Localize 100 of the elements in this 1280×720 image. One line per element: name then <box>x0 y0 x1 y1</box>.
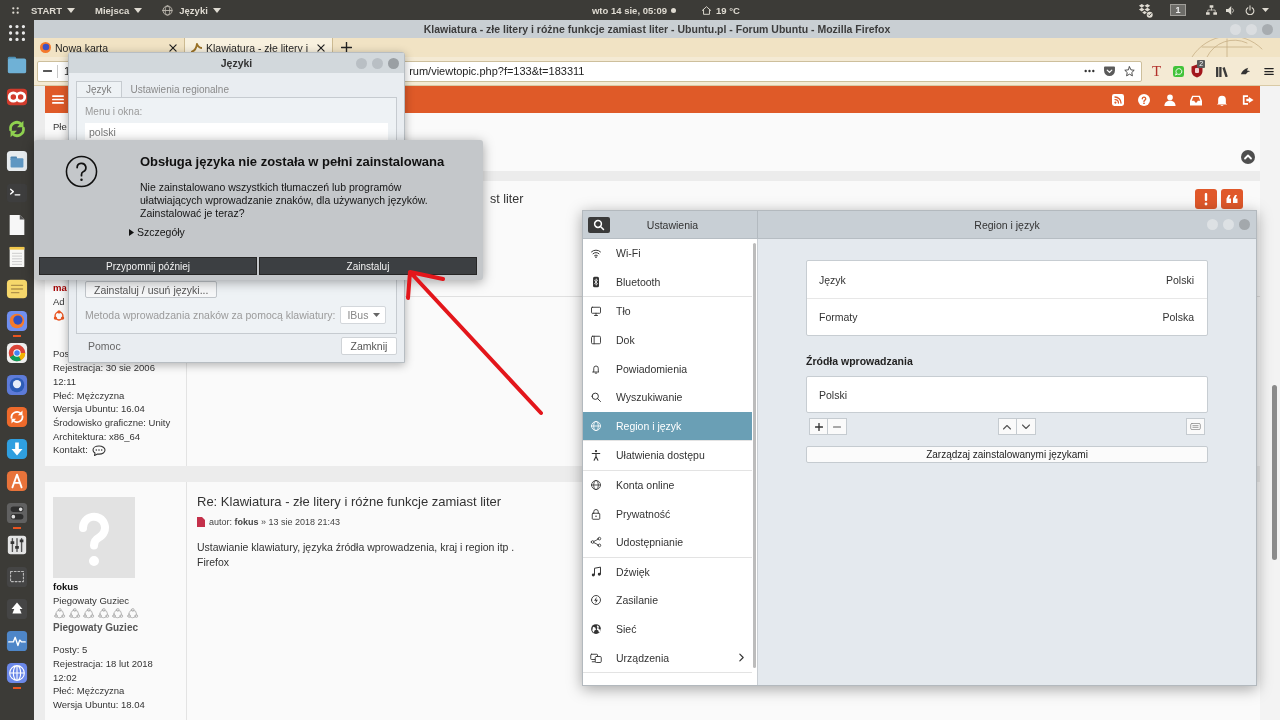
caret-icon[interactable] <box>1262 8 1269 12</box>
manage-languages-button[interactable]: Zarządzaj zainstalowanymi językami <box>806 446 1208 463</box>
dialog-button[interactable]: Zainstaluj <box>259 257 477 275</box>
bell-icon[interactable] <box>1216 93 1228 106</box>
circular-arrows-icon[interactable] <box>6 406 28 428</box>
more-dots-icon[interactable] <box>1084 69 1095 73</box>
sidebar-item[interactable]: Zasilanie <box>583 586 752 615</box>
dialog-button[interactable]: Przypomnij później <box>39 257 257 275</box>
sidebar-item[interactable]: Wi-Fi <box>583 239 752 268</box>
username[interactable]: fokus <box>53 580 79 594</box>
globe-icon <box>590 479 602 492</box>
download-icon[interactable] <box>6 438 28 460</box>
exclamation-icon[interactable] <box>1195 189 1217 209</box>
extension-button[interactable]: T <box>1152 62 1162 80</box>
close-icon[interactable] <box>317 43 325 52</box>
close-icon[interactable] <box>169 43 177 52</box>
sidebar-item[interactable]: Prywatność <box>583 499 752 528</box>
toggle-switches-icon[interactable] <box>6 502 28 524</box>
quote-icon[interactable] <box>1221 189 1243 209</box>
dashed-selection-icon[interactable] <box>6 566 28 588</box>
network-icon[interactable] <box>1206 5 1217 15</box>
split-circles-icon[interactable] <box>6 86 28 108</box>
sidebar-item[interactable]: Dźwięk <box>583 557 752 587</box>
language-list[interactable]: polski <box>85 123 388 141</box>
post-title: st liter <box>490 192 524 206</box>
install-languages-button[interactable]: Zainstaluj / usuń języki... <box>85 281 218 298</box>
panel-menu[interactable]: START <box>31 0 75 20</box>
logout-icon[interactable] <box>1242 93 1254 106</box>
temperature[interactable]: 19 °C <box>715 4 740 16</box>
details-expander[interactable]: Szczegóły <box>129 226 185 238</box>
sidebar-item[interactable]: Bluetooth <box>583 267 752 297</box>
star-icon[interactable] <box>1124 65 1135 77</box>
shield-chevron-icon[interactable] <box>1104 66 1115 76</box>
input-method-dropdown[interactable]: IBus <box>340 306 387 324</box>
sidebar-item[interactable]: Wyszukiwanie <box>583 382 752 412</box>
inbox-icon[interactable] <box>1190 93 1202 106</box>
add-button[interactable] <box>809 418 828 435</box>
move-up-button[interactable] <box>997 418 1017 435</box>
profile-line: Posty: 5 <box>53 643 88 657</box>
search-icon[interactable] <box>588 216 610 233</box>
books-icon[interactable] <box>1216 65 1229 77</box>
scrollbar-thumb[interactable] <box>1272 385 1277 560</box>
dialog-message: Nie zainstalowano wszystkich tłumaczeń lub programów ułatwiających wprowadzanie znaków, dla używanych języków. Zainstalować je teraz? <box>140 181 428 220</box>
sidebar-item[interactable]: Ułatwienia dostępu <box>583 441 752 470</box>
row-value[interactable]: Polska <box>1162 311 1194 323</box>
tab[interactable]: Język <box>76 81 122 97</box>
folder-window-icon[interactable] <box>6 150 28 172</box>
boxes-check-icon[interactable] <box>1138 2 1153 18</box>
refresh-arrows-icon[interactable] <box>6 118 28 140</box>
username[interactable]: ma <box>53 281 67 295</box>
help-button[interactable]: Pomoc <box>76 337 121 355</box>
letter-a-tile-icon[interactable] <box>6 470 28 492</box>
row-label[interactable]: Formaty <box>819 311 858 323</box>
profile-line: Środowisko graficzne: Unity <box>53 415 171 430</box>
sidebar-item[interactable]: Tło <box>583 297 752 326</box>
new-tab-icon[interactable] <box>341 42 352 53</box>
window-title: Języki <box>220 57 253 69</box>
contact-label: Kontakt: <box>53 443 88 458</box>
sidebar-item[interactable]: Sieć <box>583 614 752 644</box>
apps-grid-icon[interactable] <box>6 22 28 44</box>
clock[interactable]: wto 14 sie, 05:09 <box>592 4 667 16</box>
apps-grid-icon[interactable] <box>12 6 19 14</box>
row-label[interactable]: Język <box>819 273 846 286</box>
devices-icon <box>590 651 602 664</box>
text-lines-icon[interactable] <box>6 278 28 300</box>
volume-icon[interactable] <box>1226 4 1235 16</box>
segmented-circle-icon[interactable] <box>6 342 28 364</box>
sidebar-item[interactable]: Udostępnianie <box>583 527 752 557</box>
dock-icon <box>590 334 602 347</box>
speech-bubble-icon[interactable] <box>91 444 106 456</box>
sidebar-item[interactable]: Dok <box>583 325 752 355</box>
pulse-line-icon[interactable] <box>6 630 28 652</box>
scrollbar-track[interactable] <box>1260 86 1280 720</box>
help-icon[interactable] <box>1138 93 1150 106</box>
mixer-icon[interactable] <box>6 534 28 556</box>
close-button[interactable]: Zamknij <box>341 337 397 355</box>
terminal-icon[interactable] <box>6 182 28 204</box>
workspace-indicator[interactable]: 1 <box>1170 4 1186 16</box>
row-value[interactable]: Polski <box>1166 273 1194 286</box>
bird-icon[interactable] <box>1240 66 1251 76</box>
house-icon[interactable] <box>700 4 712 16</box>
folder-icon[interactable] <box>6 54 28 76</box>
globe-icon[interactable] <box>6 662 28 684</box>
sidebar-item[interactable]: Konta online <box>583 470 752 500</box>
sidebar-item[interactable]: Urządzenia <box>583 643 752 672</box>
menu-icon[interactable] <box>1264 66 1275 76</box>
power-icon[interactable] <box>1245 5 1255 15</box>
profile-line: Architektura: x86_64 <box>53 429 141 444</box>
user-icon[interactable] <box>1164 93 1176 106</box>
disc-tile-icon[interactable] <box>6 374 28 396</box>
panel-menu[interactable]: Języki <box>162 0 221 20</box>
arrow-tile-icon[interactable] <box>6 598 28 620</box>
browser-tab[interactable]: Nowa karta <box>34 38 184 57</box>
rss-icon[interactable] <box>1112 93 1124 106</box>
sidebar-item[interactable]: Powiadomienia <box>583 354 752 383</box>
panel-menu[interactable]: Miejsca <box>94 0 143 20</box>
document-icon[interactable] <box>197 517 205 527</box>
scrollbar-thumb[interactable] <box>753 243 756 668</box>
list-item[interactable]: Polski <box>807 377 1207 412</box>
ringed-disc-icon[interactable] <box>6 310 28 332</box>
